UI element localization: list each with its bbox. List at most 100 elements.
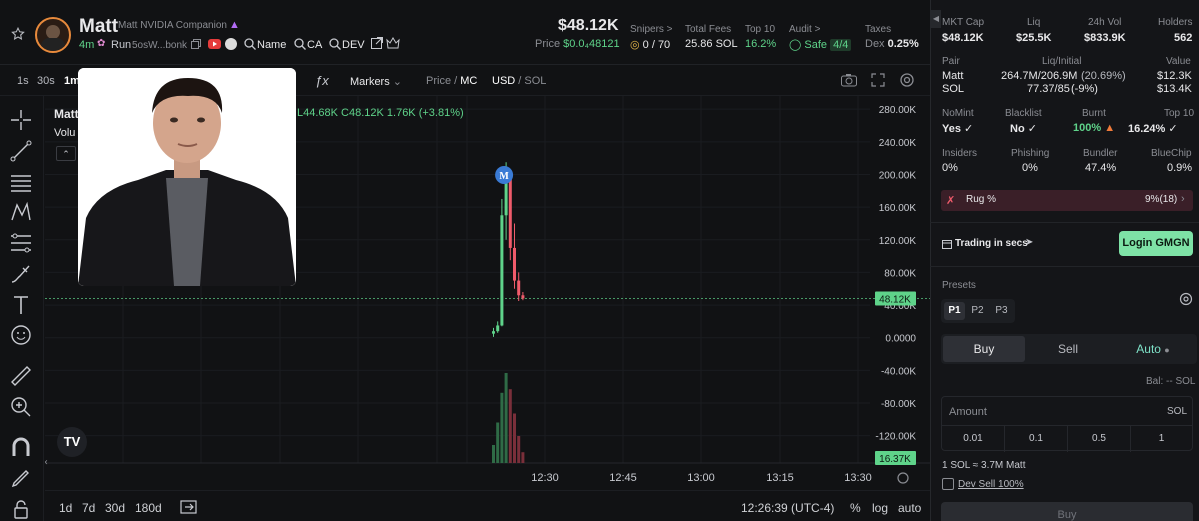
stats-row-1: MKT Cap $48.12K Liq $25.5K 24h Vol $833.… [930,0,1199,50]
snipers-stat[interactable]: Snipers > ◎ 0 / 70 [630,24,673,51]
brush-icon[interactable] [9,262,33,286]
y-tick-label: 240.00K [879,138,917,149]
amount-preset-0-5[interactable]: 0.5 [1068,425,1131,452]
range-180d[interactable]: 180d [135,501,162,515]
snipers-value: 0 / 70 [642,39,671,51]
fullscreen-icon[interactable] [871,73,885,90]
amount-input-box[interactable]: Amount SOL 0.01 0.1 0.5 1 [941,396,1193,452]
holders-row: Insiders 0% Phishing 0% Bundler 47.4% Bl… [930,140,1199,180]
interval-30s[interactable]: 30s [37,75,55,87]
presets-settings-icon[interactable] [1179,292,1193,309]
top10-stat: Top 10 16.2% [745,24,776,50]
buy-sell-tabs: Buy Sell Auto ● [941,334,1197,364]
taxes-stat: Taxes Dex 0.25% [865,24,919,50]
collapse-legend-button[interactable]: ⌃ [56,146,76,161]
sell-tab[interactable]: Sell [1027,336,1109,362]
lock-icon[interactable] [9,497,33,521]
rug-bar[interactable]: ✗ Rug % 9%(18) › [941,190,1193,211]
calendar-icon [942,239,952,252]
amount-preset-1[interactable]: 1 [1131,425,1192,452]
dev-sell-label[interactable]: Dev Sell 100% [958,479,1024,490]
top10-panel-value: 16.24% ✓ [1128,122,1178,135]
indicators-fx-icon[interactable]: ƒx [315,73,329,88]
price-stat: Price $0.0₄48121 [535,38,620,50]
dev-sell-checkbox[interactable] [942,478,954,490]
markers-dropdown[interactable]: Markers ⌄ [350,75,402,88]
audit-stat[interactable]: Audit > ◯ Safe 4/4 [789,24,852,51]
ruler-icon[interactable] [9,364,33,388]
name-link[interactable]: Name [257,39,286,51]
pair-sol: SOL [942,83,965,95]
auto-tab[interactable]: Auto ● [1111,336,1195,362]
candle-body [508,174,512,248]
range-1d[interactable]: 1d [59,501,72,515]
streamer-video-overlay[interactable] [78,68,296,286]
search-ca-icon[interactable] [294,38,306,53]
tradingview-logo[interactable]: TV [57,427,87,457]
runner-icon: ✗ [946,195,956,207]
price-mc-toggle[interactable]: Price / MC [426,75,477,87]
percent-toggle[interactable]: % [850,501,861,515]
zoom-in-icon[interactable] [9,395,33,419]
buy-submit-button[interactable]: Buy [941,502,1193,521]
x-tick-label: 13:30 [844,472,872,484]
volume-bar [508,389,512,463]
preset-tab-p2[interactable]: P2 [967,302,988,320]
dev-link[interactable]: DEV [342,39,365,51]
crosshair-icon[interactable] [9,108,33,132]
pair-table: Pair Liq/Initial Value Matt 264.7M/206.9… [930,50,1199,100]
presets-divider [930,266,1199,267]
horizontal-lines-icon[interactable] [9,170,33,194]
token-avatar[interactable] [35,17,71,53]
settings-circle-icon[interactable] [225,38,237,50]
camera-icon[interactable] [841,73,857,90]
market-cap-value: $48.12K [558,17,619,34]
chart-bottom-bar: 1d 7d 30d 180d 12:26:39 (UTC-4) % log au… [45,490,930,521]
chart-clock[interactable]: 12:26:39 (UTC-4) [741,501,834,515]
vol-24h-value: $833.9K [1084,32,1126,44]
trendline-icon[interactable] [9,139,33,163]
lock-pencil-icon[interactable] [9,466,33,490]
crown-icon[interactable] [386,37,400,52]
youtube-icon[interactable] [208,39,221,49]
total-fees-stat: Total Fees 25.86 SOL [685,24,738,50]
vol-24h-label: 24h Vol [1088,17,1122,28]
pair-matt-value: $12.3K [1157,70,1192,82]
interval-1s[interactable]: 1s [17,75,29,87]
buy-tab[interactable]: Buy [943,336,1025,362]
pattern-icon[interactable] [9,200,33,224]
copy-icon[interactable] [191,39,201,52]
preset-tab-p3[interactable]: P3 [991,302,1012,320]
goto-date-icon[interactable] [180,499,198,518]
external-link-icon[interactable] [371,37,383,52]
auto-toggle[interactable]: auto [898,501,921,515]
text-icon[interactable] [9,293,33,317]
chart-settings-icon[interactable] [899,72,915,91]
currency-toggle[interactable]: USD / SOL [492,75,546,87]
log-toggle[interactable]: log [872,501,888,515]
currency-usd: USD [492,75,516,87]
preset-tab-p1[interactable]: P1 [944,302,965,320]
search-name-icon[interactable] [244,38,256,53]
amount-preset-0-1[interactable]: 0.1 [1005,425,1068,452]
range-7d[interactable]: 7d [82,501,95,515]
bundler-value: 47.4% [1085,162,1117,174]
search-dev-icon[interactable] [329,38,341,53]
emoji-icon[interactable] [9,323,33,347]
ca-link[interactable]: CA [307,39,322,51]
amount-preset-0-01[interactable]: 0.01 [942,425,1005,452]
star-icon[interactable] [11,26,25,44]
login-button[interactable]: Login GMGN [1119,231,1193,256]
snipers-row: ◎ 0 / 70 [630,38,673,51]
audit-score: 4/4 [830,39,852,51]
chevron-down-icon: ⌄ [392,76,403,88]
range-30d[interactable]: 30d [105,501,125,515]
launchpad-icon: ✿ [97,38,106,49]
y-tick-label: -80.00K [881,399,916,410]
y-tick-label: -40.00K [881,366,916,377]
magnet-icon[interactable] [9,436,33,460]
fib-icon[interactable] [9,231,33,255]
phishing-value: 0% [1022,162,1038,174]
token-address[interactable]: 5osW...bonk [132,40,187,51]
dot-icon: ● [1164,345,1170,355]
